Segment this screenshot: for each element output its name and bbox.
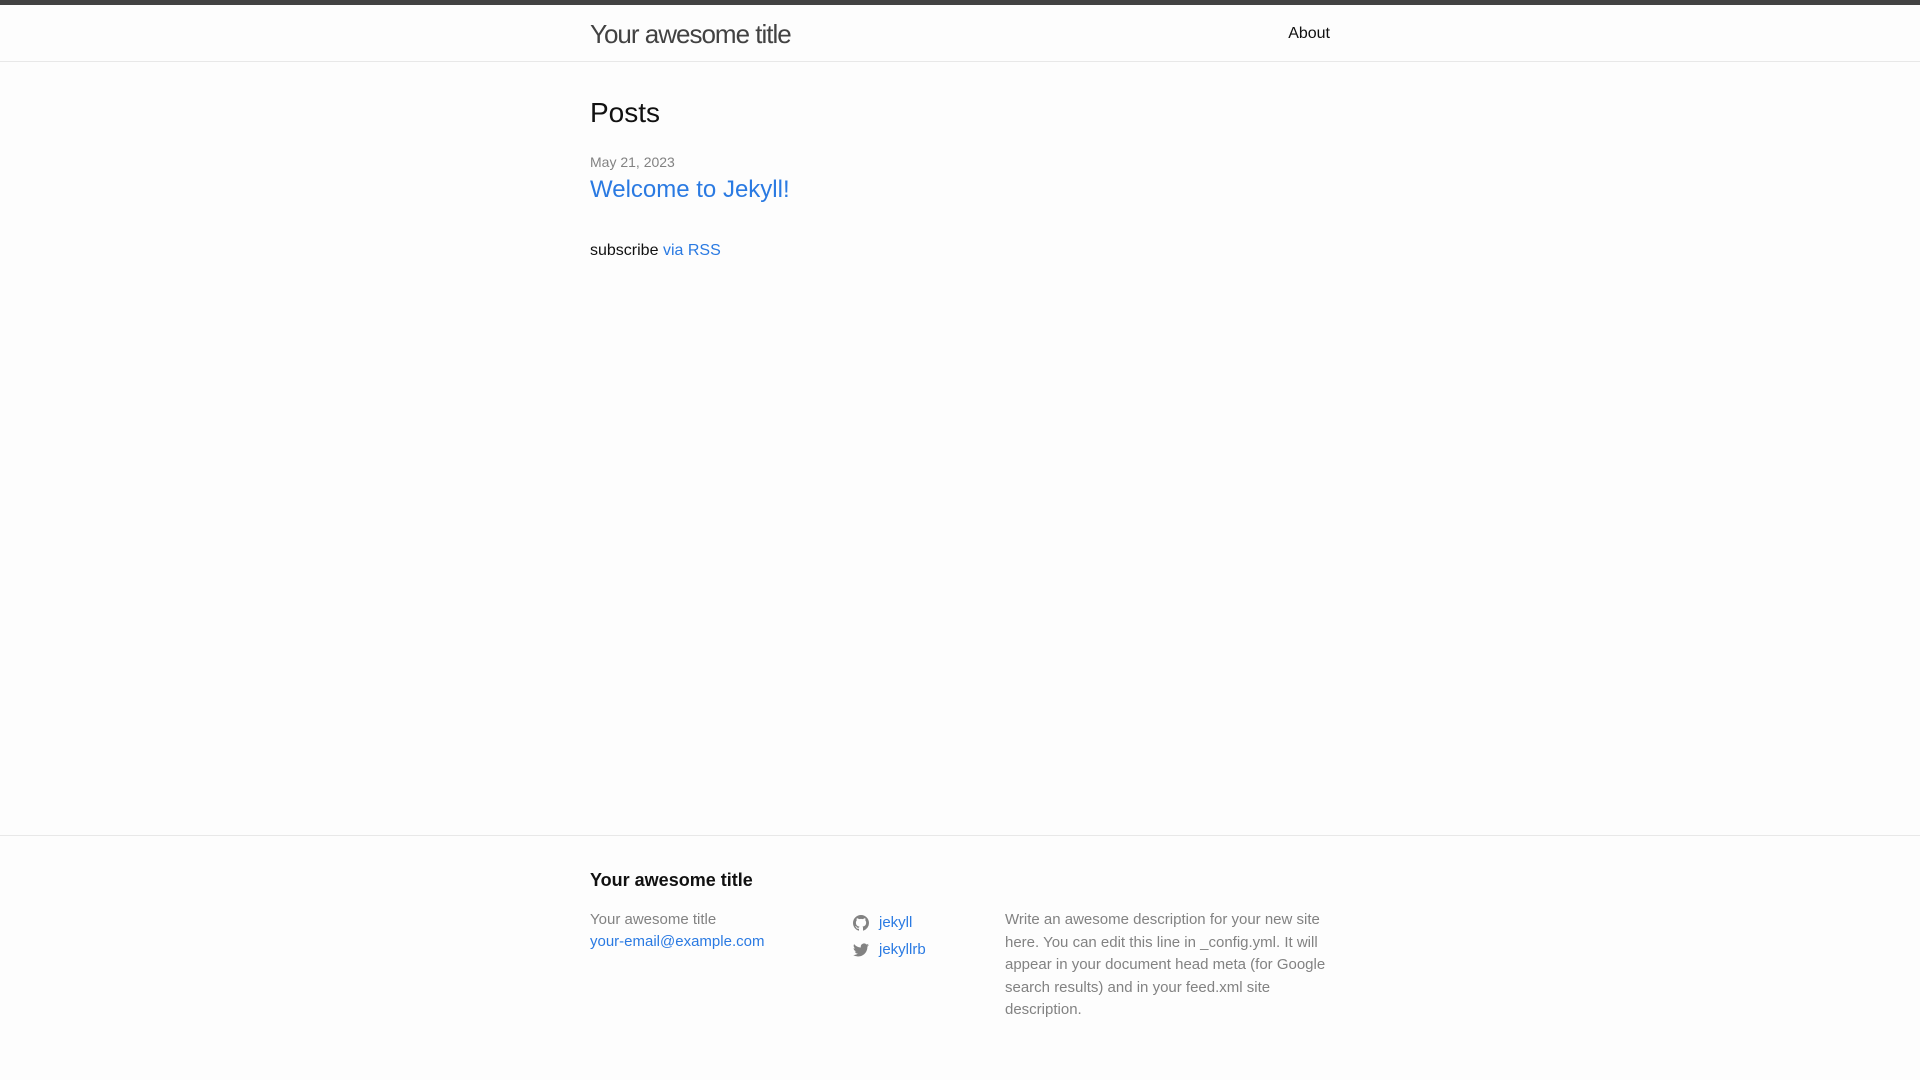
twitter-username-link[interactable]: jekyllrb [879, 939, 926, 961]
nav-link-about[interactable]: About [1288, 25, 1330, 42]
site-header: Your awesome title About [0, 0, 1920, 62]
social-item-twitter: jekyllrb [853, 936, 983, 963]
post-date: May 21, 2023 [590, 154, 675, 170]
rss-subscribe: subscribe via RSS [590, 240, 721, 262]
footer-heading: Your awesome title [590, 870, 753, 890]
footer-social: jekyll jekyllrb [853, 909, 983, 963]
posts-heading: Posts [590, 97, 661, 128]
twitter-icon [853, 942, 869, 958]
footer-email-link[interactable]: your-email@example.com [590, 931, 820, 953]
github-username-link[interactable]: jekyll [879, 912, 912, 934]
github-icon [853, 914, 869, 931]
site-nav: About [1288, 23, 1330, 45]
site-description: Write an awesome description for your ne… [1005, 911, 1326, 1018]
social-item-github: jekyll [853, 909, 983, 936]
post-title-link[interactable]: Welcome to Jekyll! [590, 175, 790, 205]
site-footer: Your awesome title Your awesome title yo… [0, 835, 1920, 1080]
rss-subscribe-text: subscribe [590, 242, 659, 259]
footer-contact: Your awesome title your-email@example.co… [590, 909, 820, 953]
site-title-link[interactable]: Your awesome title [590, 19, 792, 49]
rss-feed-link[interactable]: via RSS [663, 242, 721, 259]
footer-contact-name: Your awesome title [590, 911, 717, 928]
